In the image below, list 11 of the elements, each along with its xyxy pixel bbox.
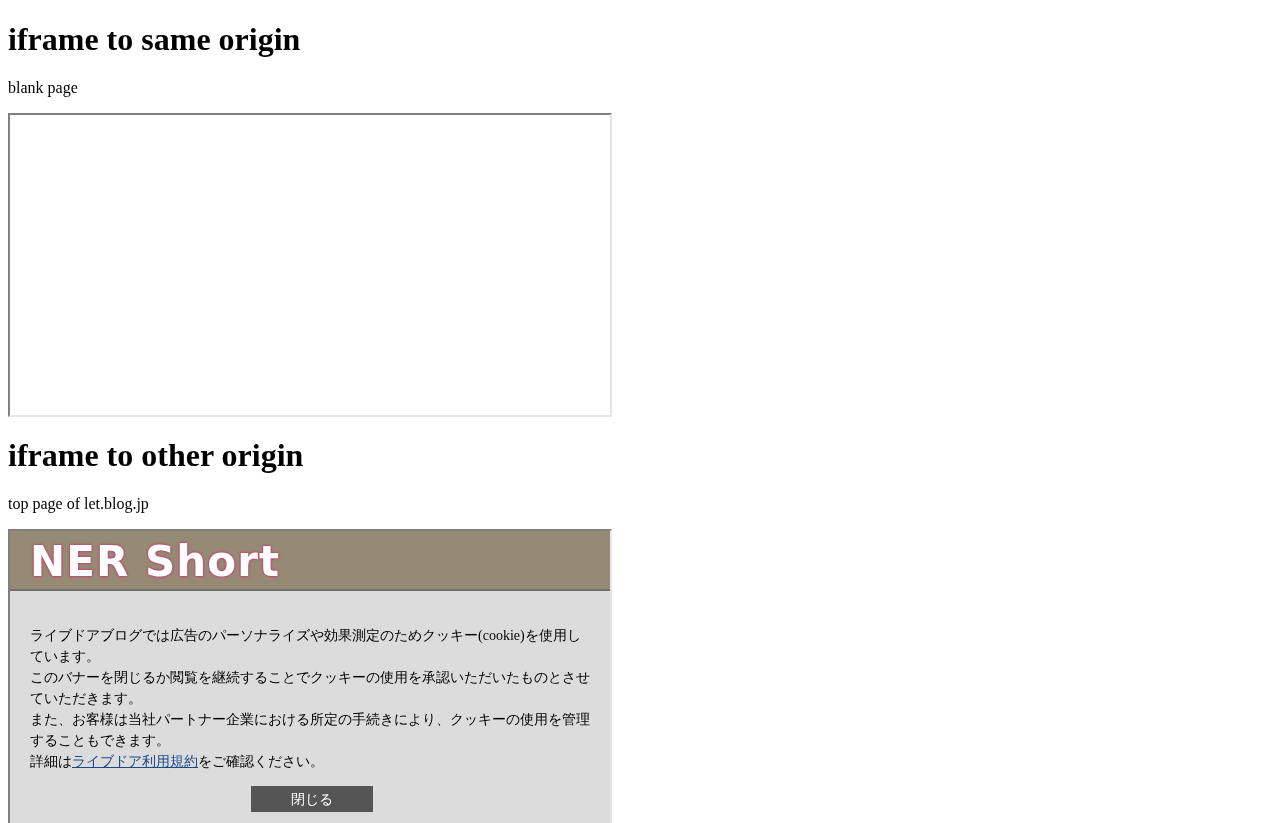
- cookie-notice-text: また、お客様は当社パートナー企業における所定の手続きにより、クッキーの使用を管理することもできます。: [30, 711, 591, 750]
- terms-link[interactable]: ライブドア利用規約: [72, 754, 198, 769]
- cookie-notice-text: 詳細はライブドア利用規約をご確認ください。: [30, 753, 325, 771]
- section-caption: top page of let.blog.jp: [8, 495, 150, 513]
- close-button[interactable]: 閉じる: [251, 786, 373, 812]
- section-heading: iframe to other origin: [8, 437, 305, 474]
- cookie-notice-text: このバナーを閉じるか閲覧を継続することでクッキーの使用を承認いただいたものとさせていただきます。: [30, 669, 591, 708]
- blog-logo: NER Short: [30, 537, 281, 583]
- cookie-notice-text: ライブドアブログでは広告のパーソナライズや効果測定のためクッキー(cookie)を使用しています。: [30, 627, 582, 666]
- section-caption: blank page: [8, 79, 79, 97]
- section-heading: iframe to same origin: [8, 21, 302, 58]
